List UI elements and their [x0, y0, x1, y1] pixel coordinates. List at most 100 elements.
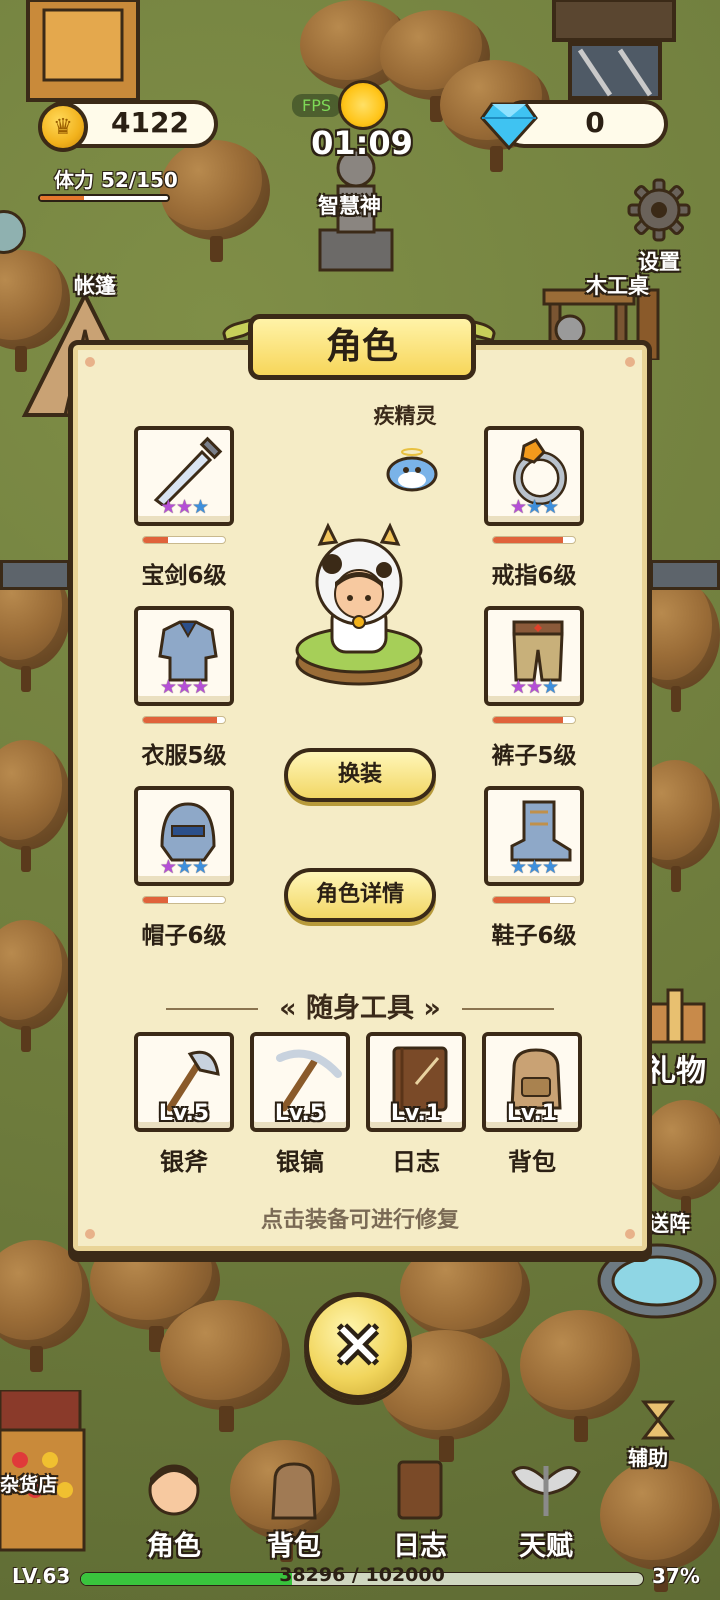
- star-purple: ★: [159, 496, 177, 518]
- grocery-label: 杂货店: [0, 1474, 58, 1496]
- durability-fill: [143, 717, 217, 723]
- player-level: LV.63: [12, 1564, 71, 1588]
- coin-icon: ♛: [38, 102, 88, 152]
- corner-dot: [625, 357, 635, 367]
- star-blue: ★: [542, 856, 559, 878]
- close-icon: ✕: [332, 1309, 384, 1382]
- tool-level: Lv.1: [390, 1101, 442, 1126]
- nav-backpack[interactable]: 背包: [244, 1460, 344, 1563]
- equip-slot-sword[interactable]: ★★★: [134, 426, 234, 526]
- sun-icon: [338, 80, 388, 130]
- tool-name: 背包: [508, 1148, 556, 1176]
- spirit-pet[interactable]: [384, 446, 440, 492]
- tree: [640, 1100, 720, 1222]
- settings-label: 设置: [638, 250, 680, 274]
- spirit-name: 疾精灵: [373, 404, 437, 428]
- star-purple: ★: [509, 496, 527, 518]
- journal-icon: [397, 1460, 443, 1520]
- tool-name: 日志: [392, 1148, 440, 1176]
- stamina-fill: [40, 196, 85, 200]
- equip-label-sword: 宝剑6级: [141, 563, 227, 589]
- equip-slot-ring[interactable]: ★★★: [484, 426, 584, 526]
- star-blue: ★: [192, 496, 209, 518]
- equip-label-helmet: 帽子6级: [141, 923, 227, 949]
- equip-slot-armor[interactable]: ★★★: [134, 606, 234, 706]
- nav-label: 背包: [267, 1531, 321, 1562]
- equip-slot-boots[interactable]: ★★★: [484, 786, 584, 886]
- corner-dot: [85, 357, 95, 367]
- tree: [160, 1300, 290, 1432]
- sleep-badge[interactable]: [0, 210, 26, 254]
- repair-hint: 点击装备可进行修复: [260, 1208, 459, 1233]
- star-purple: ★: [159, 676, 177, 698]
- star-purple: ★: [159, 856, 177, 878]
- nav-label: 日志: [393, 1531, 447, 1562]
- star-rating: ★★★: [138, 856, 230, 878]
- tool-slot-backpack[interactable]: Lv.1: [482, 1032, 582, 1132]
- character-details-button[interactable]: 角色详情: [284, 868, 436, 922]
- equip-label-ring: 戒指6级: [491, 563, 577, 589]
- nav-label: 天赋: [519, 1531, 573, 1562]
- stamina-bar: [38, 194, 170, 202]
- star-blue: ★: [192, 856, 209, 878]
- durability-bar: [142, 896, 226, 904]
- tools-title-text: 随身工具: [306, 993, 414, 1024]
- tool-slot-journal[interactable]: Lv.1: [366, 1032, 466, 1132]
- tree: [0, 1240, 90, 1372]
- fence: [0, 560, 70, 590]
- durability-bar: [142, 716, 226, 724]
- assist-label[interactable]: 辅助: [628, 1442, 668, 1471]
- fence: [650, 560, 720, 590]
- tool-slot-pickaxe[interactable]: Lv.5: [250, 1032, 350, 1132]
- equip-slot-pants[interactable]: ★★★: [484, 606, 584, 706]
- coin-value: 4122: [111, 106, 189, 139]
- tool-name: 银镐: [276, 1148, 324, 1176]
- star-blue: ★: [175, 856, 193, 878]
- tool-level: Lv.5: [158, 1101, 210, 1126]
- star-purple: ★: [175, 676, 193, 698]
- tool-slot-axe[interactable]: Lv.5: [134, 1032, 234, 1132]
- star-purple: ★: [525, 676, 543, 698]
- portal-label: 送阵: [648, 1212, 690, 1236]
- durability-fill: [143, 897, 168, 903]
- star-purple: ★: [175, 496, 193, 518]
- durability-fill: [143, 537, 168, 543]
- hero-avatar: [295, 522, 423, 686]
- star-blue: ★: [525, 856, 543, 878]
- star-purple: ★: [509, 676, 527, 698]
- equip-slot-helmet[interactable]: ★★★: [134, 786, 234, 886]
- hourglass-icon[interactable]: [640, 1398, 676, 1442]
- star-rating: ★★★: [138, 496, 230, 518]
- tent-label: 帐篷: [74, 274, 116, 298]
- durability-fill: [493, 717, 563, 723]
- panel-title: 角色: [248, 314, 476, 380]
- star-blue: ★: [525, 496, 543, 518]
- nav-journal[interactable]: 日志: [370, 1460, 470, 1563]
- tree: [520, 1310, 640, 1442]
- backpack-icon: [271, 1462, 317, 1520]
- star-rating: ★★★: [488, 496, 580, 518]
- building[interactable]: [24, 0, 144, 110]
- close-button[interactable]: ✕: [304, 1292, 412, 1400]
- xp-progress: 38296 / 102000: [279, 1564, 445, 1586]
- equip-label-boots: 鞋子6级: [491, 923, 577, 949]
- tool-level: Lv.1: [506, 1101, 558, 1126]
- change-outfit-button[interactable]: 换装: [284, 748, 436, 802]
- gift-label[interactable]: 礼物: [646, 1046, 706, 1090]
- character-icon: [148, 1464, 200, 1516]
- nav-character[interactable]: 角色: [124, 1460, 224, 1563]
- star-rating: ★★★: [488, 856, 580, 878]
- settings-button[interactable]: 设置: [624, 178, 694, 276]
- nav-talent[interactable]: 天赋: [496, 1460, 596, 1563]
- fps-counter: FPS: [292, 94, 342, 117]
- durability-fill: [493, 897, 551, 903]
- tools-title: « 随身工具 »: [279, 993, 441, 1024]
- equip-label-armor: 衣服5级: [141, 743, 227, 769]
- star-rating: ★★★: [488, 676, 580, 698]
- weapon-rack[interactable]: [550, 0, 680, 100]
- equip-label-pants: 裤子5级: [491, 743, 577, 769]
- stamina-label: 体力 52/150: [54, 168, 178, 192]
- durability-bar: [492, 536, 576, 544]
- star-blue: ★: [542, 496, 559, 518]
- durability-bar: [142, 536, 226, 544]
